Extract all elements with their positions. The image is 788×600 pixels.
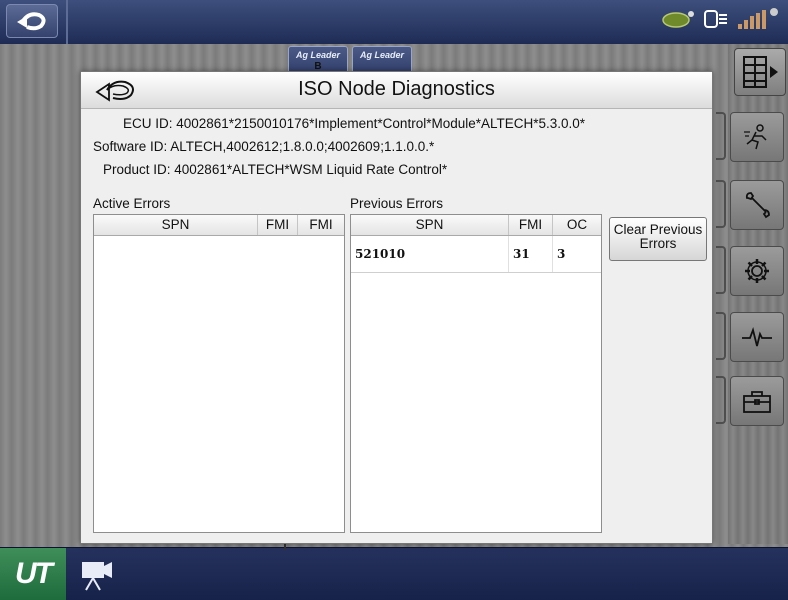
active-errors-label: Active Errors bbox=[93, 196, 171, 211]
dialog-title: ISO Node Diagnostics bbox=[298, 78, 495, 100]
cell-oc: 3 bbox=[557, 247, 566, 261]
tools-button[interactable] bbox=[730, 180, 784, 230]
ecu-id-text: ECU ID: 4002861*2150010176*Implement*Con… bbox=[123, 116, 586, 131]
settings-button[interactable] bbox=[730, 246, 784, 296]
top-bar bbox=[0, 0, 788, 45]
side-bracket bbox=[716, 180, 726, 228]
side-bracket bbox=[716, 376, 726, 424]
wrench-icon bbox=[745, 192, 770, 219]
ut-label: UT bbox=[15, 557, 53, 590]
diagnostics-button[interactable] bbox=[730, 312, 784, 362]
clear-previous-errors-button[interactable]: Clear Previous Errors bbox=[609, 217, 707, 261]
cell-fmi: 31 bbox=[509, 236, 553, 272]
active-errors-header: SPN FMI FMI bbox=[94, 215, 344, 236]
column-header-fmi: FMI bbox=[509, 215, 553, 235]
runner-icon bbox=[744, 124, 767, 150]
side-bracket bbox=[716, 112, 726, 160]
ag-tab-brand: Ag Leader bbox=[295, 50, 340, 60]
status-icons bbox=[662, 6, 780, 32]
grid-menu-icon bbox=[743, 56, 778, 88]
column-header-fmi: FMI bbox=[258, 215, 298, 235]
previous-errors-header: SPN FMI OC bbox=[351, 215, 601, 236]
gps-signal-icon[interactable] bbox=[736, 6, 780, 32]
grid-menu-button[interactable] bbox=[734, 48, 786, 96]
camera-icon[interactable] bbox=[78, 556, 118, 592]
previous-errors-table[interactable]: SPN FMI OC 521010 31 3 bbox=[350, 214, 602, 533]
universal-terminal-button[interactable]: UT bbox=[0, 548, 66, 600]
column-header-spn: SPN bbox=[351, 215, 509, 235]
column-header-oc: OC bbox=[566, 217, 588, 232]
column-header-fmi-2: FMI bbox=[309, 217, 333, 232]
operator-button[interactable] bbox=[730, 112, 784, 162]
display-connect-icon[interactable] bbox=[704, 8, 728, 30]
product-id-text: Product ID: 4002861*ALTECH*WSM Liquid Ra… bbox=[103, 162, 448, 177]
side-bracket bbox=[716, 246, 726, 294]
top-divider bbox=[66, 0, 68, 44]
toolbox-icon bbox=[743, 391, 771, 413]
ag-tab-brand: Ag Leader bbox=[359, 50, 404, 60]
software-id-text: Software ID: ALTECH,4002612;1.8.0.0;4002… bbox=[93, 139, 435, 154]
bottom-bar: UT bbox=[0, 538, 788, 600]
gear-icon bbox=[745, 259, 769, 283]
leaf-icon[interactable] bbox=[662, 8, 696, 30]
side-bracket bbox=[716, 312, 726, 360]
cell-spn: 521010 bbox=[351, 236, 509, 272]
previous-errors-label: Previous Errors bbox=[350, 196, 444, 211]
column-header-spn: SPN bbox=[94, 215, 258, 235]
diagnostics-wave-icon bbox=[742, 326, 772, 347]
active-errors-table[interactable]: SPN FMI FMI bbox=[93, 214, 345, 533]
toolbox-button[interactable] bbox=[730, 376, 784, 426]
table-row[interactable]: 521010 31 3 bbox=[351, 236, 601, 273]
top-back-button[interactable] bbox=[6, 4, 58, 38]
dialog-header: ISO Node Diagnostics bbox=[81, 72, 712, 109]
iso-node-diagnostics-dialog: ISO Node Diagnostics ECU ID: 4002861*215… bbox=[80, 71, 713, 544]
back-arrow-icon bbox=[17, 12, 46, 31]
